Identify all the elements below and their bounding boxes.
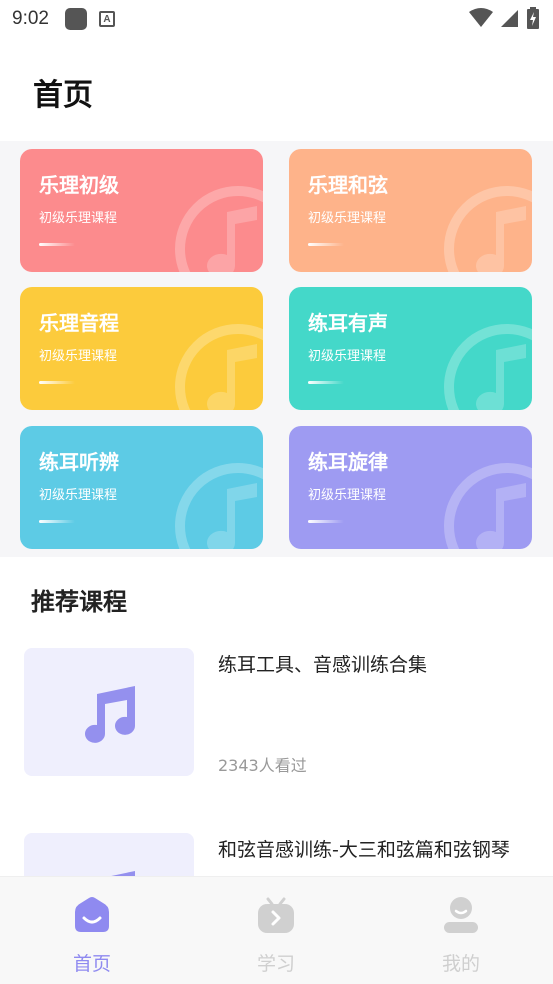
- course-item[interactable]: 练耳工具、音感训练合集 2343人看过: [0, 648, 553, 778]
- card-bar: [308, 520, 344, 523]
- tab-label-study: 学习: [256, 953, 295, 975]
- study-tv-icon: [258, 897, 294, 933]
- category-card[interactable]: 乐理初级 初级乐理课程: [20, 149, 263, 272]
- music-disc-icon: [444, 324, 532, 410]
- status-icons: [469, 7, 539, 29]
- status-time: 9:02: [12, 8, 49, 29]
- card-subtitle: 初级乐理课程: [39, 488, 118, 503]
- keyboard-a-icon: A: [98, 11, 115, 27]
- home-smile-icon: [75, 897, 109, 932]
- card-bar: [39, 520, 75, 523]
- card-bar: [308, 381, 344, 384]
- category-card[interactable]: 练耳旋律 初级乐理课程: [289, 426, 532, 549]
- category-card[interactable]: 练耳听辨 初级乐理课程: [20, 426, 263, 549]
- course-views: 2343人看过: [218, 756, 307, 775]
- tab-label-home: 首页: [72, 953, 111, 975]
- music-disc-icon: [175, 463, 263, 549]
- card-title: 练耳听辨: [39, 450, 119, 474]
- card-title: 练耳旋律: [308, 450, 388, 474]
- course-title: 练耳工具、音感训练合集: [218, 654, 428, 676]
- course-thumbnail[interactable]: [24, 648, 194, 776]
- status-bar: 9:02 A: [0, 0, 553, 38]
- category-card[interactable]: 乐理和弦 初级乐理课程: [289, 149, 532, 272]
- card-title: 乐理初级: [39, 173, 119, 197]
- battery-charging-icon: [527, 7, 539, 29]
- card-bar: [39, 381, 75, 384]
- category-grid: 乐理初级 初级乐理课程 乐理和弦 初级乐理课程 乐理音程 初级乐理课程 练耳有声…: [0, 141, 553, 557]
- app-square-icon: [64, 8, 87, 30]
- card-subtitle: 初级乐理课程: [39, 211, 118, 226]
- music-disc-icon: [175, 324, 263, 410]
- card-bar: [308, 243, 344, 246]
- signal-icon: [501, 10, 518, 27]
- course-title: 和弦音感训练-大三和弦篇和弦钢琴: [218, 839, 510, 861]
- card-subtitle: 初级乐理课程: [308, 488, 387, 503]
- card-subtitle: 初级乐理课程: [308, 349, 387, 364]
- category-card[interactable]: 乐理音程 初级乐理课程: [20, 287, 263, 410]
- card-title: 练耳有声: [308, 311, 388, 335]
- music-disc-icon: [175, 186, 263, 272]
- tab-bar: 首页 学习 我的: [0, 876, 553, 984]
- section-title: 推荐课程: [31, 588, 127, 616]
- wifi-icon: [469, 8, 493, 27]
- music-disc-icon: [444, 186, 532, 272]
- profile-icon: [444, 897, 478, 933]
- category-card[interactable]: 练耳有声 初级乐理课程: [289, 287, 532, 410]
- card-title: 乐理和弦: [308, 173, 388, 197]
- card-title: 乐理音程: [39, 311, 119, 335]
- header: 首页: [0, 38, 553, 141]
- tab-home[interactable]: 首页: [32, 877, 152, 984]
- tab-profile[interactable]: 我的: [401, 877, 521, 984]
- tab-study[interactable]: 学习: [216, 877, 336, 984]
- tab-label-profile: 我的: [441, 953, 480, 975]
- music-note-icon: [85, 686, 135, 743]
- card-bar: [39, 243, 75, 246]
- page-title: 首页: [33, 78, 93, 113]
- card-subtitle: 初级乐理课程: [39, 349, 118, 364]
- card-subtitle: 初级乐理课程: [308, 211, 387, 226]
- music-disc-icon: [444, 463, 532, 549]
